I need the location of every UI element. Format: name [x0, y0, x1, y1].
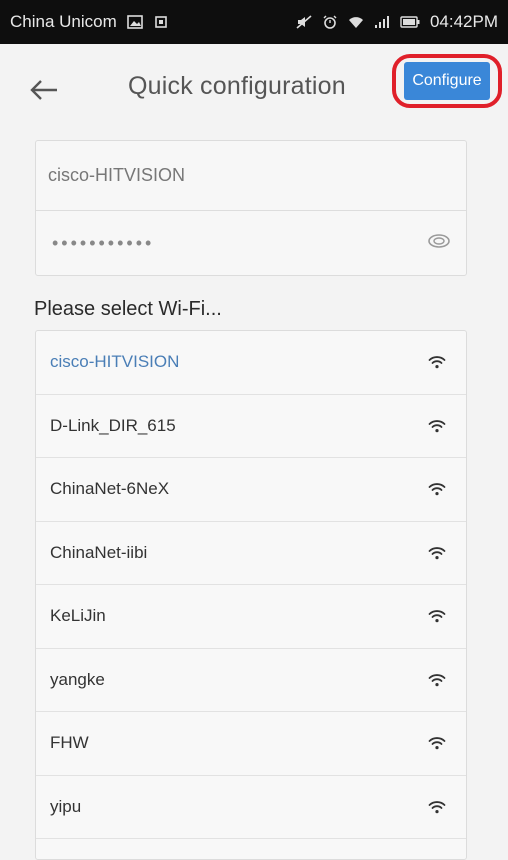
password-field[interactable]: •••••••••••: [36, 211, 466, 275]
wifi-name: yipu: [50, 796, 82, 816]
status-right: 04:42PM: [296, 12, 498, 32]
image-notification-icon: [126, 15, 143, 29]
credentials-card: cisco-HITVISION •••••••••••: [35, 140, 467, 276]
wifi-list: cisco-HITVISION D-Link_DIR_615 ChinaNet-6N…: [35, 330, 467, 860]
battery-icon: [400, 16, 420, 28]
wifi-list-item[interactable]: D-Link_DIR_615: [36, 395, 466, 458]
wifi-list-item[interactable]: yipu: [36, 776, 466, 839]
wifi-name: FHW: [50, 733, 89, 753]
wifi-list-item[interactable]: yangke: [36, 649, 466, 712]
wifi-signal-icon: [428, 800, 446, 813]
wifi-name: cisco-HITVISION: [50, 352, 180, 372]
wifi-list-item[interactable]: KeLiJin: [36, 585, 466, 649]
mute-icon: [296, 15, 312, 29]
wifi-status-icon: [348, 17, 363, 28]
alarm-icon: [323, 15, 337, 29]
status-bar: China Unicom 04:42PM: [0, 0, 508, 44]
wifi-signal-icon: [428, 546, 446, 559]
wifi-signal-icon: [428, 673, 446, 686]
wifi-name: D-Link_DIR_615: [50, 415, 176, 435]
wifi-signal-icon: [428, 737, 446, 750]
wifi-name: ChinaNet-iibi: [50, 542, 148, 562]
ssid-field[interactable]: cisco-HITVISION: [36, 141, 466, 211]
status-left: China Unicom: [10, 12, 169, 32]
back-button[interactable]: [24, 70, 64, 110]
signal-icon: [374, 16, 389, 28]
app-notification-icon: [154, 16, 167, 28]
page-title: Quick configuration: [128, 72, 346, 100]
wifi-list-item[interactable]: ChinaNet-iibi: [36, 522, 466, 585]
wifi-signal-icon: [428, 419, 446, 432]
eye-icon[interactable]: [427, 233, 451, 249]
wifi-name: ChinaNet-6NeX: [50, 479, 170, 499]
wifi-signal-icon: [428, 610, 446, 623]
carrier-label: China Unicom: [10, 12, 117, 31]
wifi-list-item[interactable]: cisco-HITVISION: [36, 331, 466, 395]
clock: 04:42PM: [429, 12, 498, 31]
wifi-signal-icon: [428, 356, 446, 369]
wifi-section-label: Please select Wi-Fi...: [34, 298, 222, 320]
arrow-left-icon: [30, 80, 57, 100]
wifi-list-item[interactable]: FHW: [36, 712, 466, 776]
wifi-name: KeLiJin: [50, 606, 106, 626]
wifi-signal-icon: [428, 483, 446, 496]
configure-button[interactable]: Configure: [404, 62, 490, 100]
app-header: Quick configuration Configure: [0, 44, 508, 134]
wifi-list-item[interactable]: ChinaNet-6NeX: [36, 458, 466, 522]
wifi-name: yangke: [50, 669, 105, 689]
